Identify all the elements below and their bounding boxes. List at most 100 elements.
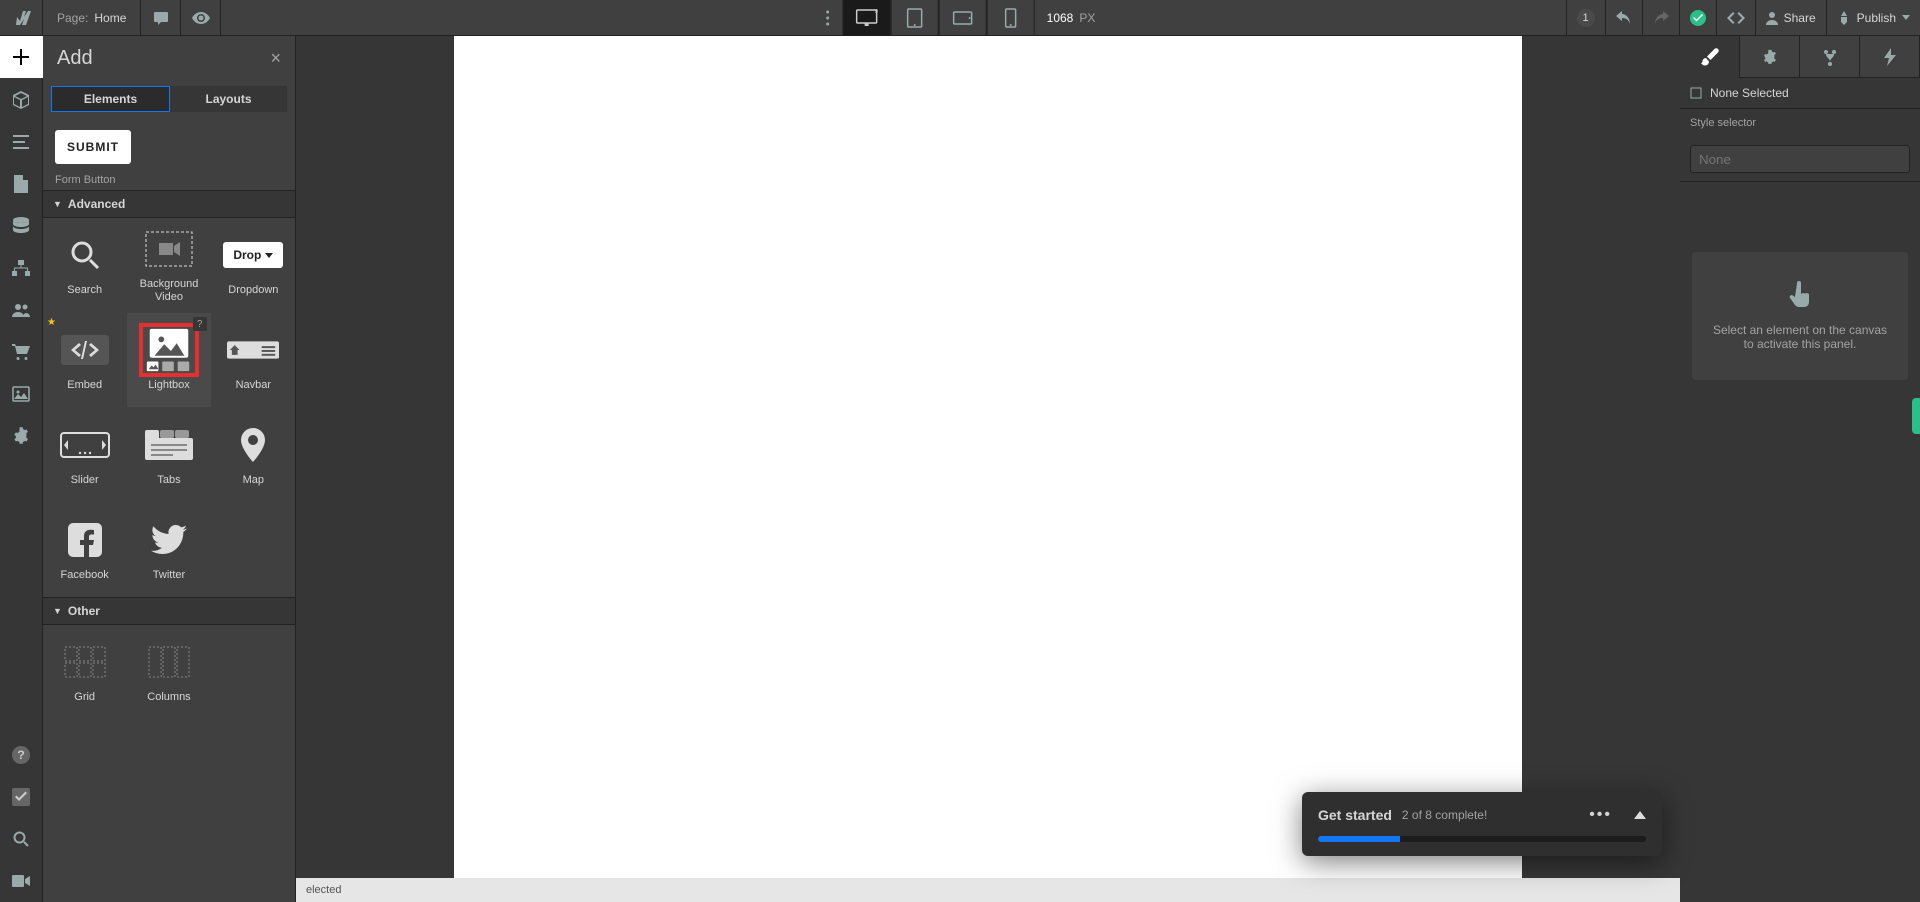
canvas-width-unit: PX (1079, 11, 1095, 25)
section-advanced-label: Advanced (68, 197, 125, 211)
phone-landscape-icon (953, 11, 973, 25)
page-label: Page: (57, 11, 88, 25)
panel-collapse-handle[interactable] (1912, 398, 1920, 434)
statusbar-text: elected (306, 884, 341, 896)
page-selector[interactable]: Page: Home (43, 0, 141, 36)
database-icon (13, 217, 29, 235)
nav-search-button[interactable] (0, 818, 43, 860)
help-hint-icon: ? (193, 317, 207, 331)
canvas[interactable] (454, 36, 1522, 902)
click-hand-icon (1787, 281, 1813, 311)
bp-desktop-button[interactable]: ★ (843, 0, 891, 36)
rp-tab-style[interactable] (1680, 36, 1740, 78)
code-button[interactable] (1716, 0, 1755, 36)
facebook-icon (68, 523, 102, 557)
section-other[interactable]: ▼ Other (43, 597, 295, 625)
tile-columns[interactable]: Columns (127, 625, 210, 719)
style-selector-input[interactable] (1690, 145, 1910, 173)
bolt-icon (1884, 48, 1896, 66)
undo-button[interactable] (1605, 0, 1642, 36)
add-panel: Add × Elements Layouts SUBMIT Form Butto… (43, 36, 296, 902)
topbar-center: ★ 1068 PX (813, 0, 1108, 36)
logo-button[interactable] (0, 0, 43, 36)
check-box-icon (12, 788, 30, 806)
nav-assets-button[interactable] (0, 373, 43, 415)
redo-button[interactable] (1642, 0, 1679, 36)
nav-3d-button[interactable] (0, 79, 43, 121)
tab-layouts[interactable]: Layouts (170, 86, 287, 112)
get-started-toast: Get started 2 of 8 complete! ••• (1302, 792, 1662, 856)
brush-icon (1701, 48, 1719, 66)
nav-navigator-button[interactable] (0, 121, 43, 163)
cube-icon (12, 91, 30, 109)
desktop-icon: ★ (856, 9, 878, 27)
right-panel-hint-text: Select an element on the canvas to activ… (1708, 323, 1892, 351)
tile-bgvideo[interactable]: Background Video (127, 218, 210, 312)
tile-embed[interactable]: ★ Embed (43, 313, 126, 407)
tile-search[interactable]: Search (43, 218, 126, 312)
share-button[interactable]: Share (1755, 0, 1826, 36)
status-button[interactable] (1679, 0, 1716, 36)
nav-audits-button[interactable] (0, 776, 43, 818)
rp-tab-effects[interactable] (1860, 36, 1920, 78)
redo-icon (1653, 11, 1669, 25)
topbar-right: 1 Share Publish (1566, 0, 1920, 36)
close-panel-button[interactable]: × (270, 48, 281, 69)
tabs-icon (145, 430, 193, 460)
bp-phone-button[interactable] (987, 0, 1035, 36)
tile-navbar[interactable]: Navbar (212, 313, 295, 407)
nav-help-button[interactable]: ? (0, 734, 43, 776)
video-icon (12, 875, 30, 887)
nav-cart-button[interactable] (0, 331, 43, 373)
plus-icon (13, 49, 29, 65)
changes-badge[interactable]: 1 (1566, 0, 1605, 36)
nav-settings-button[interactable] (0, 415, 43, 457)
rp-tab-settings[interactable] (1740, 36, 1800, 78)
bp-tablet-button[interactable] (891, 0, 939, 36)
page-icon (14, 175, 28, 193)
nav-add-button[interactable] (0, 36, 43, 78)
bp-landscape-phone-button[interactable] (939, 0, 987, 36)
tablet-icon (907, 8, 923, 28)
tile-lightbox[interactable]: ? Lightbox (127, 313, 210, 407)
help-icon: ? (12, 746, 30, 764)
chevron-down-icon (265, 253, 273, 258)
section-advanced[interactable]: ▼ Advanced (43, 190, 295, 218)
tile-grid[interactable]: Grid (43, 625, 126, 719)
phone-icon (1005, 8, 1017, 28)
left-rail: ? (0, 36, 43, 902)
rp-tab-interactions[interactable] (1800, 36, 1860, 78)
tile-facebook[interactable]: Facebook (43, 503, 126, 597)
rocket-icon (1837, 11, 1851, 25)
none-selected-label: None Selected (1710, 86, 1789, 100)
canvas-size-display[interactable]: 1068 PX (1035, 0, 1108, 36)
canvas-wrap (296, 36, 1680, 902)
star-icon: ★ (47, 317, 56, 328)
add-panel-title: Add (57, 47, 93, 70)
tile-map[interactable]: Map (212, 408, 295, 502)
toast-more-button[interactable]: ••• (1589, 806, 1612, 824)
gear-icon (1762, 49, 1778, 65)
nav-ecommerce-button[interactable] (0, 247, 43, 289)
right-panel-hint: Select an element on the canvas to activ… (1692, 252, 1908, 380)
nav-pages-button[interactable] (0, 163, 43, 205)
grid-icon (63, 645, 107, 679)
comment-icon (153, 10, 169, 26)
tile-dropdown[interactable]: Drop Dropdown (212, 218, 295, 312)
code-icon (1727, 12, 1745, 24)
square-icon (1690, 87, 1702, 99)
publish-button[interactable]: Publish (1826, 0, 1920, 36)
preview-button[interactable] (181, 0, 221, 36)
tile-twitter[interactable]: Twitter (127, 503, 210, 597)
dropdown-preview: Drop (223, 242, 283, 268)
tile-slider[interactable]: Slider (43, 408, 126, 502)
bp-more-button[interactable] (813, 0, 843, 36)
tab-elements[interactable]: Elements (51, 86, 170, 112)
comments-button[interactable] (141, 0, 181, 36)
submit-button-preview[interactable]: SUBMIT (55, 130, 131, 164)
nav-cms-button[interactable] (0, 205, 43, 247)
nav-video-button[interactable] (0, 860, 43, 902)
toast-collapse-button[interactable] (1634, 811, 1646, 819)
tile-tabs[interactable]: Tabs (127, 408, 210, 502)
nav-users-button[interactable] (0, 289, 43, 331)
